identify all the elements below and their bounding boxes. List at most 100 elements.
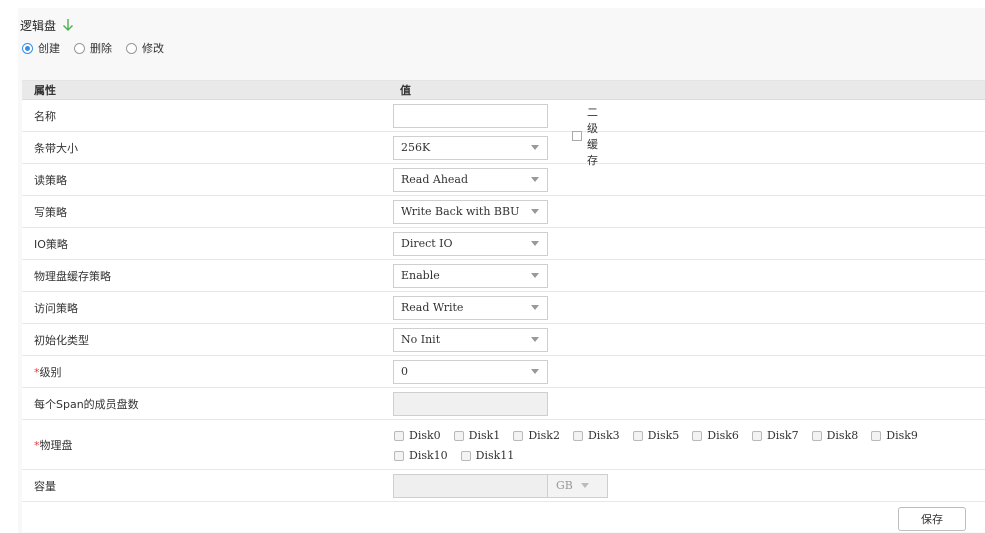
radio-icon[interactable] (22, 42, 33, 54)
disk-label: Disk9 (886, 429, 918, 442)
name-input[interactable] (393, 103, 548, 128)
radio-icon[interactable] (74, 42, 85, 54)
checkbox-icon[interactable] (513, 430, 524, 441)
read-policy-value: Read Ahead (401, 173, 469, 186)
checkbox-icon[interactable] (460, 450, 471, 461)
disk-label: Disk8 (826, 429, 859, 442)
read-label: 读策略 (34, 173, 67, 187)
row-span-members: 每个Span的成员盘数 (22, 388, 985, 420)
capacity-field: GB (393, 473, 608, 498)
disk-label: Disk2 (528, 429, 560, 442)
name-label: 名称 (34, 109, 56, 123)
raid-level-select[interactable]: 0 (393, 359, 548, 384)
chevron-down-icon (531, 241, 539, 246)
checkbox-icon[interactable] (394, 450, 404, 461)
row-io-policy: IO策略 Direct IO (22, 228, 985, 260)
checkbox-icon[interactable] (811, 430, 822, 441)
table-header: 属性 值 (22, 81, 985, 100)
disk11-checkbox[interactable]: Disk11 (460, 449, 514, 462)
disk8-checkbox[interactable]: Disk8 (811, 429, 859, 442)
disk0-checkbox[interactable]: Disk0 (394, 429, 441, 442)
save-button[interactable]: 保存 (898, 507, 966, 531)
io-policy-value: Direct IO (401, 237, 453, 250)
disk-line-2: Disk10 Disk11 (394, 446, 931, 466)
disk1-checkbox[interactable]: Disk1 (453, 429, 501, 442)
checkbox-icon[interactable] (871, 430, 882, 441)
mode-modify-radio[interactable]: 修改 (126, 40, 164, 56)
init-type-value: No Init (401, 333, 441, 346)
chevron-down-icon (531, 273, 539, 278)
properties-table: 属性 值 名称 二级缓存 条带大小 256K 读策略 Read Ahead 写策… (22, 80, 985, 532)
arrow-down-icon[interactable] (62, 18, 74, 32)
checkbox-icon[interactable] (453, 430, 464, 441)
stripe-size-select[interactable]: 256K (393, 135, 548, 160)
row-read-policy: 读策略 Read Ahead (22, 164, 985, 196)
capacity-unit-select[interactable]: GB (548, 473, 608, 498)
span-label: 每个Span的成员盘数 (34, 397, 139, 411)
row-pd-cache-policy: 物理盘缓存策略 Enable (22, 260, 985, 292)
init-type-select[interactable]: No Init (393, 327, 548, 352)
header-attr: 属性 (34, 84, 56, 97)
mode-delete-label: 删除 (90, 42, 112, 55)
row-name: 名称 二级缓存 (22, 100, 985, 167)
disk-label: Disk7 (766, 429, 799, 442)
io-policy-select[interactable]: Direct IO (393, 231, 548, 256)
chevron-down-icon (531, 337, 539, 342)
disk-label: Disk5 (647, 429, 680, 442)
disks-label: 物理盘 (39, 438, 73, 452)
init-label: 初始化类型 (34, 333, 89, 347)
section-title-text: 逻辑盘 (20, 18, 57, 33)
pd-cache-policy-select[interactable]: Enable (393, 263, 548, 288)
mode-create-radio[interactable]: 创建 (22, 40, 60, 56)
chevron-down-icon (531, 209, 539, 214)
disk2-checkbox[interactable]: Disk2 (513, 429, 560, 442)
disk3-checkbox[interactable]: Disk3 (572, 429, 620, 442)
read-policy-select[interactable]: Read Ahead (393, 167, 548, 192)
disk-label: Disk10 (409, 449, 448, 462)
row-write-policy: 写策略 Write Back with BBU (22, 196, 985, 228)
mode-delete-radio[interactable]: 删除 (74, 40, 112, 56)
mode-create-label: 创建 (38, 42, 60, 55)
write-policy-value: Write Back with BBU (401, 205, 520, 218)
level-label: 级别 (39, 365, 62, 379)
span-members-input[interactable] (393, 391, 548, 416)
capacity-label: 容量 (34, 479, 56, 493)
disk-label: Disk6 (707, 429, 739, 442)
checkbox-icon[interactable] (632, 430, 643, 441)
disk6-checkbox[interactable]: Disk6 (692, 429, 739, 442)
mode-radio-group: 创建 删除 修改 (22, 40, 178, 56)
checkbox-icon[interactable] (572, 131, 582, 141)
row-capacity: 容量 GB (22, 470, 985, 502)
chevron-down-icon (531, 305, 539, 310)
checkbox-icon[interactable] (751, 430, 762, 441)
write-policy-select[interactable]: Write Back with BBU (393, 199, 548, 224)
row-raid-level: *级别 0 (22, 356, 985, 388)
l2cache-label: 二级缓存 (587, 106, 598, 167)
access-label: 访问策略 (34, 301, 78, 315)
disk-line-1: Disk0 Disk1 Disk2 Disk3 Disk5 Disk6 Disk… (394, 426, 931, 446)
checkbox-icon[interactable] (572, 430, 583, 441)
radio-icon[interactable] (126, 42, 137, 54)
l2cache-checkbox[interactable]: 二级缓存 (572, 104, 598, 168)
disk-label: Disk1 (468, 429, 501, 442)
chevron-down-icon (531, 369, 539, 374)
checkbox-icon[interactable] (692, 430, 703, 441)
row-stripe-size: 条带大小 256K (22, 132, 985, 164)
row-physical-disks: *物理盘 Disk0 Disk1 Disk2 Disk3 Disk5 Disk6… (22, 420, 985, 470)
pdcache-label: 物理盘缓存策略 (34, 269, 111, 283)
capacity-unit-value: GB (556, 479, 573, 492)
capacity-input[interactable] (393, 473, 548, 498)
disk10-checkbox[interactable]: Disk10 (394, 449, 448, 462)
checkbox-icon[interactable] (394, 430, 404, 441)
disk9-checkbox[interactable]: Disk9 (871, 429, 918, 442)
disk7-checkbox[interactable]: Disk7 (751, 429, 799, 442)
row-access-policy: 访问策略 Read Write (22, 292, 985, 324)
disk5-checkbox[interactable]: Disk5 (632, 429, 680, 442)
header-value: 值 (400, 84, 411, 97)
level-label-cell: *级别 (22, 364, 392, 380)
stripe-size-value: 256K (401, 141, 431, 154)
access-policy-select[interactable]: Read Write (393, 295, 548, 320)
raid-level-value: 0 (401, 365, 408, 378)
disk-label: Disk0 (409, 429, 441, 442)
write-label: 写策略 (34, 205, 67, 219)
